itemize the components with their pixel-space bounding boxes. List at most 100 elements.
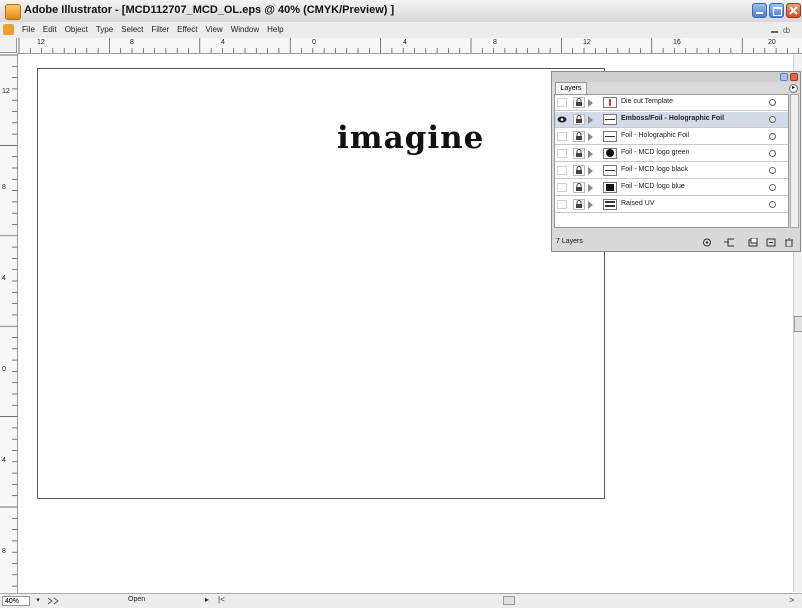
lock-icon[interactable] (573, 131, 585, 142)
artboard[interactable] (37, 68, 605, 499)
layers-panel: Layers ▸ Die cut Template Emboss/Foil - H… (551, 71, 801, 252)
ruler-label: 12 (583, 39, 591, 46)
document-restore-icon[interactable]: ȸ (783, 26, 790, 35)
layer-name[interactable]: Die cut Template (621, 98, 673, 105)
visibility-eye-icon[interactable] (557, 115, 567, 124)
new-layer-icon[interactable] (766, 238, 776, 247)
vertical-scroll-thumb[interactable] (794, 316, 802, 332)
layer-row[interactable]: Emboss/Foil - Holographic Foil (555, 112, 788, 128)
locate-object-icon[interactable] (702, 238, 712, 247)
lock-icon[interactable] (573, 165, 585, 176)
minimize-button[interactable] (752, 3, 767, 18)
layer-name[interactable]: Foil - Holographic Foil (621, 132, 689, 139)
visibility-eye-icon[interactable] (557, 132, 567, 141)
expand-triangle-icon[interactable] (588, 184, 593, 192)
layer-thumbnail (603, 148, 617, 159)
delete-layer-icon[interactable] (784, 238, 794, 247)
vertical-ruler-ticks (0, 54, 17, 587)
new-sublayer-icon[interactable] (748, 238, 758, 247)
visibility-eye-icon[interactable] (557, 183, 567, 192)
minimize-icon (756, 12, 763, 14)
maximize-icon (773, 7, 782, 16)
illustrator-app-icon[interactable] (5, 4, 21, 20)
menu-filter[interactable]: Filter (151, 25, 169, 34)
lock-icon[interactable] (573, 182, 585, 193)
visibility-eye-icon[interactable] (557, 200, 567, 209)
target-circle-icon[interactable] (769, 167, 776, 174)
layer-thumbnail (603, 114, 617, 125)
ruler-label: 8 (2, 184, 6, 191)
menu-window[interactable]: Window (231, 25, 259, 34)
target-circle-icon[interactable] (769, 201, 776, 208)
expand-triangle-icon[interactable] (588, 116, 593, 124)
expand-triangle-icon[interactable] (588, 201, 593, 209)
lock-icon[interactable] (573, 97, 585, 108)
panel-minimize-button[interactable] (780, 73, 788, 81)
menu-edit[interactable]: Edit (43, 25, 57, 34)
layer-name[interactable]: Foil - MCD logo black (621, 166, 688, 173)
close-icon (789, 6, 798, 15)
scroll-left-icon[interactable]: |< (218, 595, 225, 604)
status-menu-arrow-icon[interactable]: ▸ (205, 595, 209, 604)
ruler-origin-corner[interactable] (0, 38, 17, 53)
menu-object[interactable]: Object (65, 25, 88, 34)
layer-name[interactable]: Foil - MCD logo green (621, 149, 689, 156)
target-circle-icon[interactable] (769, 99, 776, 106)
zoom-dropdown-icon[interactable]: ▾ (33, 596, 43, 606)
panel-menu-button[interactable]: ▸ (789, 84, 798, 93)
artboard-text-imagine[interactable]: imagine (337, 120, 484, 156)
menu-bar: File Edit Object Type Select Filter Effect View… (0, 22, 802, 38)
scroll-right-icon[interactable]: > (789, 595, 794, 605)
layer-row[interactable]: Raised UV (555, 197, 788, 213)
ruler-label: 12 (37, 39, 45, 46)
document-minimize-icon[interactable] (771, 31, 778, 33)
target-circle-icon[interactable] (769, 133, 776, 140)
expand-triangle-icon[interactable] (588, 133, 593, 141)
panel-titlebar[interactable] (552, 72, 800, 82)
layer-row[interactable]: Foil - MCD logo black (555, 163, 788, 179)
menu-view[interactable]: View (205, 25, 222, 34)
horizontal-ruler[interactable]: 12 8 4 0 4 8 12 16 20 (17, 38, 802, 54)
lock-icon[interactable] (573, 199, 585, 210)
layer-row[interactable]: Die cut Template (555, 95, 788, 111)
menu-select[interactable]: Select (121, 25, 143, 34)
expand-triangle-icon[interactable] (588, 167, 593, 175)
visibility-eye-icon[interactable] (557, 149, 567, 158)
layer-count: 7 Layers (556, 238, 583, 245)
target-circle-icon[interactable] (769, 116, 776, 123)
menu-file[interactable]: File (22, 25, 35, 34)
expand-triangle-icon[interactable] (588, 99, 593, 107)
target-circle-icon[interactable] (769, 184, 776, 191)
make-clipping-mask-icon[interactable] (724, 238, 734, 247)
menu-help[interactable]: Help (267, 25, 283, 34)
ruler-label: 20 (768, 39, 776, 46)
layer-name[interactable]: Emboss/Foil - Holographic Foil (621, 115, 724, 122)
horizontal-scroll-thumb[interactable] (503, 596, 515, 605)
expand-triangle-icon[interactable] (588, 150, 593, 158)
zoom-field[interactable]: 40% (2, 596, 30, 606)
layer-row[interactable]: Foil - MCD logo green (555, 146, 788, 162)
close-button[interactable] (786, 3, 801, 18)
ruler-label: 12 (2, 88, 10, 95)
layers-list-scrollbar[interactable] (790, 94, 799, 228)
lock-icon[interactable] (573, 114, 585, 125)
artboard-navigation-icon[interactable] (46, 596, 60, 606)
visibility-eye-icon[interactable] (557, 98, 567, 107)
menu-effect[interactable]: Effect (177, 25, 197, 34)
vertical-ruler[interactable]: 12 8 4 0 4 8 (0, 53, 18, 593)
target-circle-icon[interactable] (769, 150, 776, 157)
layer-thumbnail (603, 199, 617, 210)
title-bar: Adobe Illustrator - [MCD112707_MCD_OL.ep… (0, 0, 802, 23)
visibility-eye-icon[interactable] (557, 166, 567, 175)
status-text[interactable]: Open (128, 596, 145, 603)
panel-close-button[interactable] (790, 73, 798, 81)
layer-row[interactable]: Foil - MCD logo blue (555, 180, 788, 196)
layer-row[interactable]: Foil - Holographic Foil (555, 129, 788, 145)
document-icon[interactable] (3, 24, 14, 35)
menu-type[interactable]: Type (96, 25, 113, 34)
lock-icon[interactable] (573, 148, 585, 159)
layer-name[interactable]: Foil - MCD logo blue (621, 183, 685, 190)
layer-name[interactable]: Raised UV (621, 200, 654, 207)
maximize-button[interactable] (769, 3, 784, 18)
layers-panel-footer: 7 Layers (552, 235, 800, 251)
